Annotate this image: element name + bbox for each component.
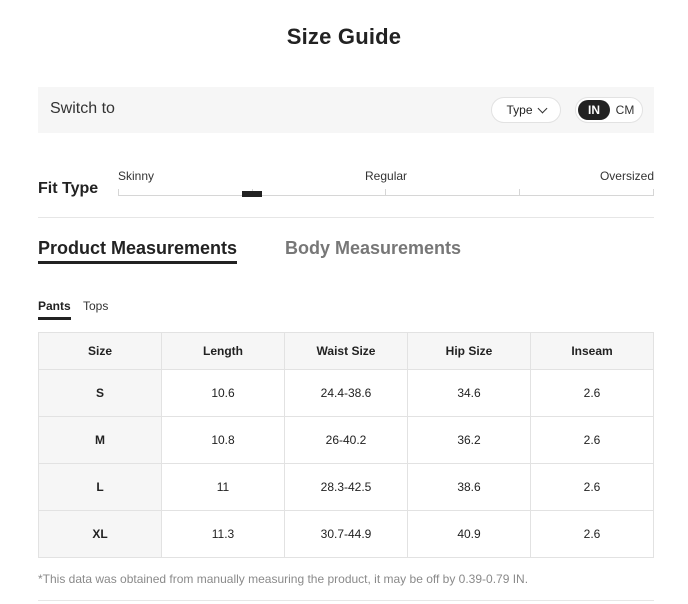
column-header-size: Size [38, 332, 162, 370]
active-sub-tab-indicator [38, 317, 71, 320]
waist-size-cell: 26-40.2 [284, 416, 408, 464]
column-header-length: Length [161, 332, 285, 370]
unit-toggle: IN CM [575, 97, 643, 123]
sub-tab-pants[interactable]: Pants [38, 299, 71, 313]
fit-scale-tick [118, 189, 119, 195]
unit-cm-button[interactable]: CM [610, 100, 640, 120]
waist-size-cell: 24.4-38.6 [284, 369, 408, 417]
size-cell: S [38, 369, 162, 417]
inseam-cell: 2.6 [530, 369, 654, 417]
fit-type-label: Fit Type [38, 180, 99, 197]
bottom-divider [38, 600, 654, 601]
column-header-waist-size: Waist Size [284, 332, 408, 370]
inseam-cell: 2.6 [530, 463, 654, 511]
size-cell: L [38, 463, 162, 511]
unit-in-button[interactable]: IN [578, 100, 610, 120]
switch-to-label: Switch to [50, 100, 115, 117]
column-header-inseam: Inseam [530, 332, 654, 370]
table-row: M 10.8 26-40.2 36.2 2.6 [38, 416, 654, 464]
length-cell: 10.6 [161, 369, 285, 417]
inseam-cell: 2.6 [530, 510, 654, 558]
hip-size-cell: 38.6 [407, 463, 531, 511]
table-header-row: Size Length Waist Size Hip Size Inseam [38, 332, 654, 370]
tab-body-measurements[interactable]: Body Measurements [285, 238, 461, 259]
waist-size-cell: 30.7-44.9 [284, 510, 408, 558]
fit-type-marker [242, 191, 262, 197]
fit-scale-oversized: Oversized [599, 169, 654, 183]
fit-scale-regular: Regular [365, 169, 408, 183]
unit-switch-bar: Switch to Type IN CM [38, 87, 654, 133]
page-title: Size Guide [286, 24, 402, 49]
hip-size-cell: 36.2 [407, 416, 531, 464]
tab-product-measurements[interactable]: Product Measurements [38, 238, 237, 259]
sub-tab-tops[interactable]: Tops [83, 299, 108, 313]
waist-size-cell: 28.3-42.5 [284, 463, 408, 511]
size-cell: XL [38, 510, 162, 558]
length-cell: 10.8 [161, 416, 285, 464]
section-divider [38, 217, 654, 218]
fit-scale-tick [653, 189, 654, 195]
fit-scale-track [118, 195, 654, 196]
active-tab-indicator [38, 261, 237, 264]
type-dropdown[interactable]: Type [491, 97, 561, 123]
table-row: S 10.6 24.4-38.6 34.6 2.6 [38, 369, 654, 417]
inseam-cell: 2.6 [530, 416, 654, 464]
table-row: L 11 28.3-42.5 38.6 2.6 [38, 463, 654, 511]
length-cell: 11.3 [161, 510, 285, 558]
fit-scale-skinny: Skinny [118, 169, 155, 183]
fit-type-scale: Skinny Regular Oversized [118, 169, 654, 199]
table-row: XL 11.3 30.7-44.9 40.9 2.6 [38, 510, 654, 558]
size-cell: M [38, 416, 162, 464]
size-table: Size Length Waist Size Hip Size Inseam S… [38, 332, 654, 558]
hip-size-cell: 40.9 [407, 510, 531, 558]
hip-size-cell: 34.6 [407, 369, 531, 417]
measurement-disclaimer: *This data was obtained from manually me… [38, 572, 529, 586]
chevron-down-icon [537, 103, 547, 113]
length-cell: 11 [161, 463, 285, 511]
column-header-hip-size: Hip Size [407, 332, 531, 370]
fit-scale-tick [519, 189, 520, 195]
fit-scale-tick [385, 189, 386, 195]
type-dropdown-label: Type [506, 103, 533, 117]
